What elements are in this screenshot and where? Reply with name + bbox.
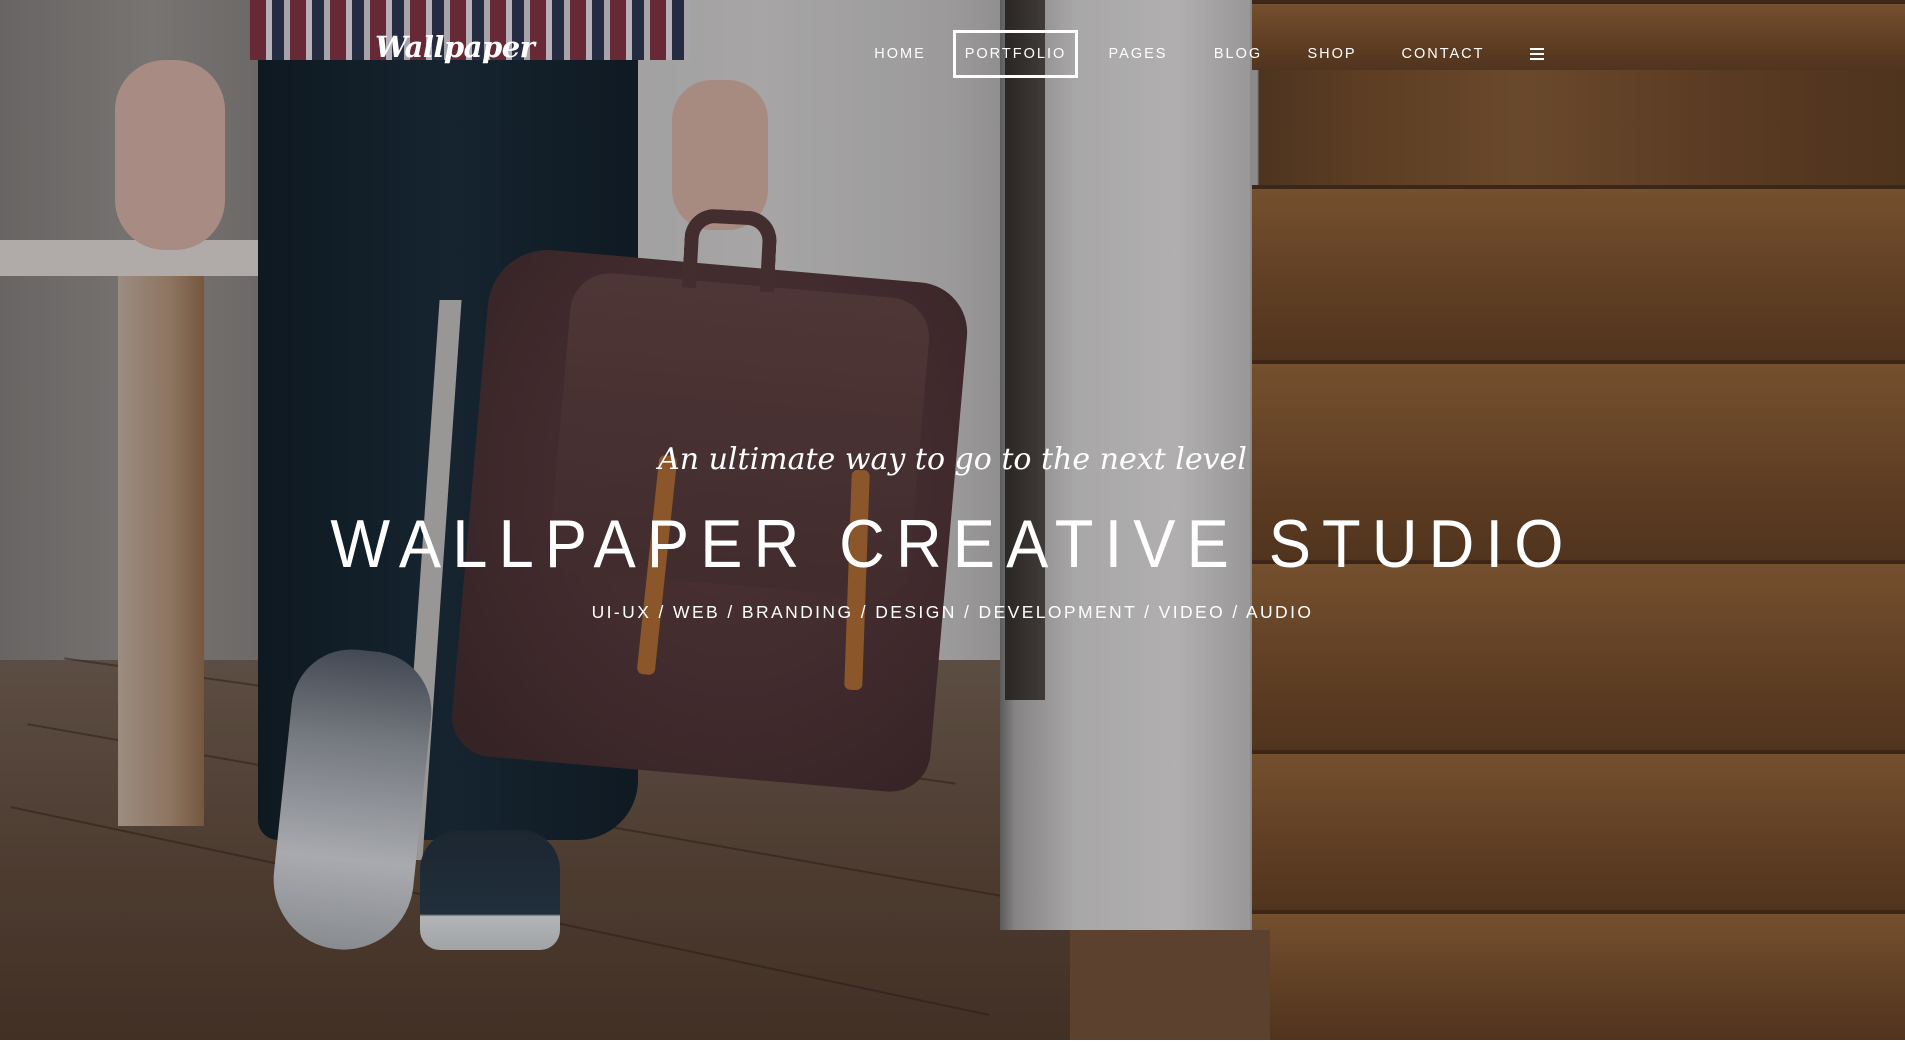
hero-content: An ultimate way to go to the next level … <box>0 440 1905 624</box>
hero-headline: WALLPAPER CREATIVE STUDIO <box>330 506 1575 582</box>
hamburger-menu-icon[interactable] <box>1530 48 1544 60</box>
nav-item-shop[interactable]: SHOP <box>1302 30 1362 78</box>
nav-item-contact[interactable]: CONTACT <box>1398 30 1488 78</box>
hero-tagline: An ultimate way to go to the next level <box>658 442 1247 477</box>
nav-item-pages[interactable]: PAGES <box>1102 30 1174 78</box>
services-list: UI-UX / WEB / BRANDING / DESIGN / DEVELO… <box>591 602 1314 622</box>
top-navbar: Wallpaper HOME PORTFOLIO PAGES BLOG SHOP… <box>0 0 1905 110</box>
site-logo[interactable]: Wallpaper <box>375 30 535 64</box>
nav-item-portfolio[interactable]: PORTFOLIO <box>953 30 1078 78</box>
nav-item-home[interactable]: HOME <box>864 30 936 78</box>
nav-item-blog[interactable]: BLOG <box>1208 30 1268 78</box>
